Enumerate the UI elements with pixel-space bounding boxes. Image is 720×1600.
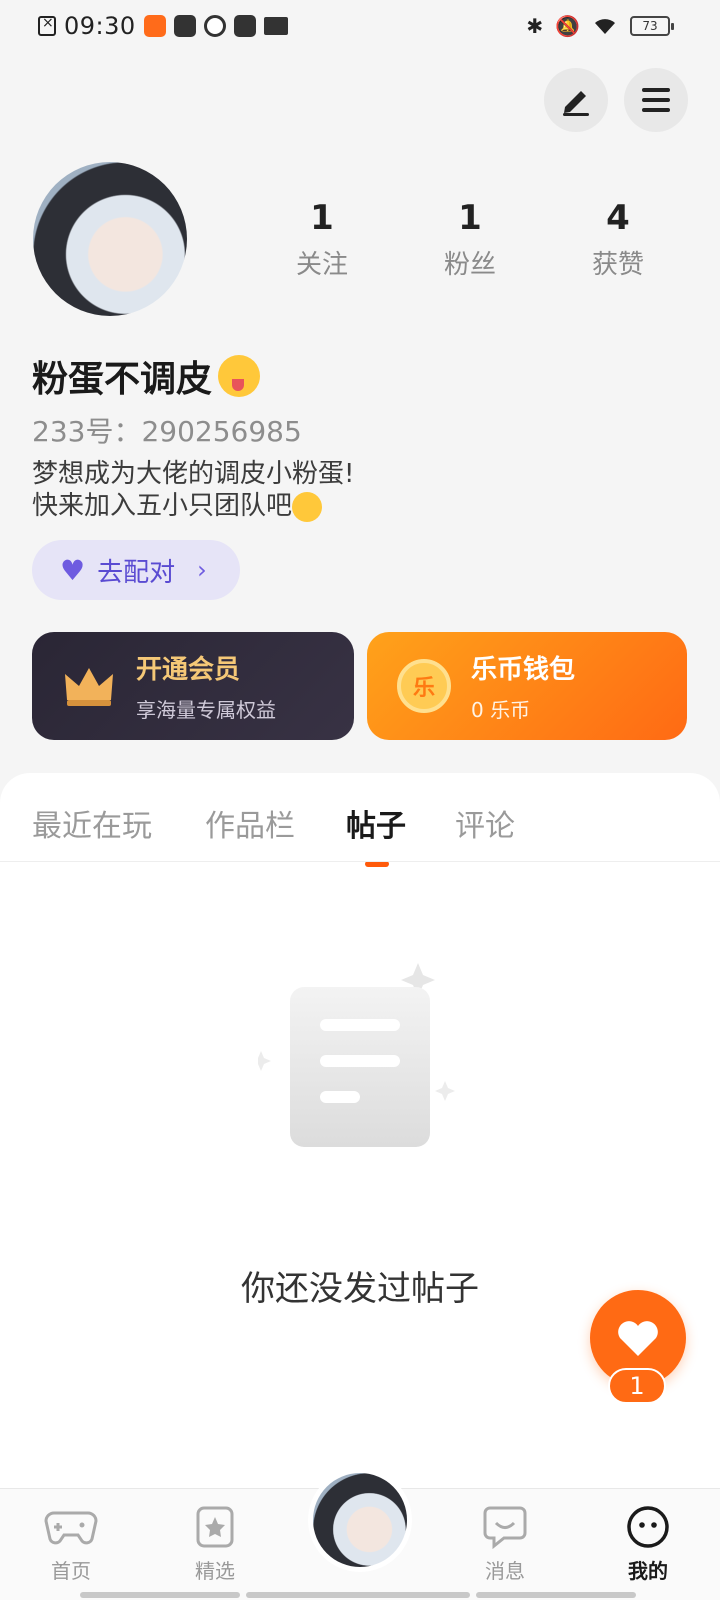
nav-messages-label: 消息 — [485, 1559, 525, 1583]
followers-count: 1 — [458, 198, 482, 238]
tab-works[interactable]: 作品栏 — [205, 801, 295, 845]
tab-posts[interactable]: 帖子 — [346, 801, 406, 845]
heart-icon — [618, 1321, 658, 1356]
nav-me-label: 我的 — [628, 1559, 668, 1583]
nav-me[interactable]: 我的 — [603, 1503, 693, 1584]
wallet-balance: 0 乐币 — [471, 698, 531, 722]
stat-followers[interactable]: 1 粉丝 — [396, 198, 544, 281]
stat-likes[interactable]: 4 获赞 — [544, 198, 692, 281]
tab-recent[interactable]: 最近在玩 — [32, 801, 152, 845]
leaf-icon — [173, 15, 196, 37]
vip-title: 开通会员 — [136, 655, 241, 685]
wallet-card[interactable]: 乐 乐币钱包 0 乐币 — [367, 632, 687, 740]
nav-home[interactable]: 首页 — [26, 1503, 116, 1584]
nav-messages[interactable]: 消息 — [460, 1503, 550, 1584]
bio: 梦想成为大佬的调皮小粉蛋! 快来加入五小只团队吧 — [32, 458, 354, 522]
pencil-icon — [563, 91, 589, 116]
battery-level: 73 — [642, 19, 658, 33]
play-icon — [203, 15, 226, 37]
vip-card[interactable]: 开通会员 享海量专属权益 — [32, 632, 354, 740]
tab-comments[interactable]: 评论 — [455, 801, 515, 845]
stat-following[interactable]: 1 关注 — [248, 198, 396, 281]
vip-subtitle: 享海量专属权益 — [136, 698, 276, 722]
chat-icon — [483, 1506, 527, 1549]
nav-home-label: 首页 — [51, 1559, 91, 1583]
wallet-title: 乐币钱包 — [471, 655, 576, 685]
user-id: 233号：290256985 — [32, 415, 302, 448]
bluetooth-icon: ✱ — [526, 14, 544, 38]
followers-label: 粉丝 — [443, 250, 496, 280]
tongue-emoji-icon — [218, 355, 261, 397]
gesture-bar-right — [476, 1592, 636, 1598]
nav-featured-label: 精选 — [195, 1559, 235, 1583]
following-count: 1 — [310, 198, 334, 238]
likes-count: 4 — [606, 198, 630, 238]
gamepad-icon — [44, 1511, 98, 1545]
center-avatar — [313, 1473, 407, 1567]
wifi-icon — [595, 19, 615, 34]
silent-bell-icon: 🔕 — [555, 14, 580, 38]
profile-tabs: 最近在玩 作品栏 帖子 评论 — [0, 801, 720, 861]
tabs-divider — [0, 861, 720, 862]
app-icon — [233, 15, 256, 37]
sim-icon — [38, 15, 56, 36]
profile-stats: 1 关注 1 粉丝 4 获赞 — [248, 198, 692, 281]
gesture-bar-left — [80, 1592, 240, 1598]
bio-line-2: 快来加入五小只团队吧 — [32, 491, 293, 521]
avatar[interactable] — [33, 162, 187, 316]
likes-label: 获赞 — [591, 250, 644, 280]
battery-icon: 73 — [630, 16, 674, 36]
pair-button-label: 去配对 — [97, 557, 176, 588]
coin-icon: 乐 — [397, 659, 451, 713]
star-icon — [196, 1506, 234, 1548]
empty-document-icon — [258, 963, 455, 1147]
pair-button[interactable]: ♥ 去配对 › — [32, 540, 240, 600]
status-bar: 09:30 ✱ 🔕 73 — [0, 0, 720, 56]
nav-featured[interactable]: 精选 — [170, 1503, 260, 1584]
bio-line-1: 梦想成为大佬的调皮小粉蛋! — [32, 459, 355, 489]
nickname-text: 粉蛋不调皮 — [32, 359, 213, 400]
crown-icon — [60, 657, 118, 715]
book-icon — [263, 17, 288, 35]
edit-profile-button[interactable] — [544, 68, 608, 132]
face-icon — [627, 1506, 669, 1548]
heart-icon: ♥ — [60, 553, 86, 587]
center-avatar-button[interactable] — [308, 1468, 412, 1572]
following-label: 关注 — [295, 250, 348, 280]
status-time: 09:30 — [64, 12, 136, 40]
menu-icon — [642, 88, 670, 112]
gesture-bar-center — [246, 1592, 470, 1598]
chevron-right-icon: › — [197, 556, 207, 584]
like-count-badge: 1 — [608, 1368, 666, 1404]
menu-button[interactable] — [624, 68, 688, 132]
nickname: 粉蛋不调皮 — [32, 350, 261, 402]
kuaishou-icon — [143, 15, 166, 37]
kiss-emoji-icon — [292, 491, 323, 522]
